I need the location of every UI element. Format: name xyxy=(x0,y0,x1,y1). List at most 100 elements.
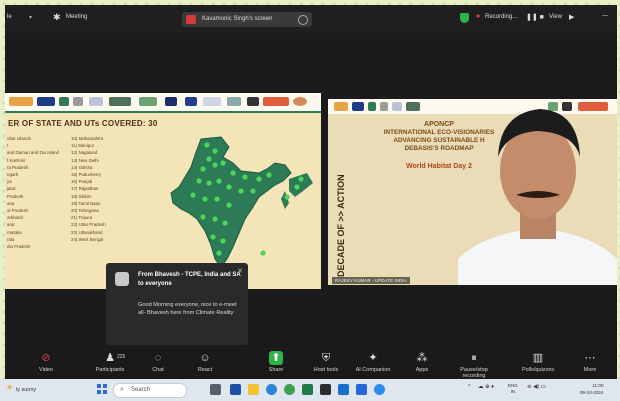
app-icon[interactable] xyxy=(302,384,313,395)
toolbar-chat-button[interactable]: ◌ Chat xyxy=(136,351,180,373)
minimize-icon[interactable]: — xyxy=(602,13,608,19)
language-indicator[interactable]: ENG IN xyxy=(508,383,518,395)
clock-time: 11:00 xyxy=(592,383,604,388)
toolbar-label: Apps xyxy=(415,367,429,373)
state-list-item: t xyxy=(7,143,9,149)
state-list-item: arat xyxy=(7,222,15,228)
state-list-item: al Pradesh xyxy=(7,208,28,214)
toolbar-participants-button[interactable]: ♟ 225 Participants xyxy=(88,351,132,373)
state-marker xyxy=(212,162,218,168)
state-list-item: arkhand xyxy=(7,215,23,221)
windows-taskbar: ☀ ly sunny ⌕ Search ^ ☁ ⊕ ♦ ENG IN ≋ ◀) … xyxy=(0,379,620,401)
state-marker xyxy=(226,202,232,208)
logo xyxy=(37,97,55,106)
state-marker xyxy=(206,156,212,162)
screen-share-icon xyxy=(186,15,196,24)
toolbar-polls-quizzes-button[interactable]: ▥ Polls/quizzes xyxy=(516,351,560,373)
state-marker xyxy=(210,234,216,240)
state-list-item: rnataka xyxy=(7,229,22,235)
chrome-icon[interactable] xyxy=(284,384,295,395)
logo xyxy=(227,97,241,106)
share-settings-icon[interactable] xyxy=(298,15,308,25)
weather-icon[interactable]: ☀ xyxy=(6,383,13,392)
state-list-item: 15) Puducherry xyxy=(71,172,102,178)
state-marker xyxy=(190,192,196,198)
logo xyxy=(247,97,259,106)
apps-icon: ⁂ xyxy=(416,352,428,364)
state-list-item: 13) New Delhi xyxy=(71,157,99,163)
toolbar-label: Pause/stop recording xyxy=(460,367,488,379)
task-view-icon[interactable] xyxy=(210,384,221,395)
state-marker xyxy=(196,178,202,184)
toolbar-react-button[interactable]: ☺ React xyxy=(183,351,227,373)
dropdown-icon[interactable]: ▾ xyxy=(29,14,32,21)
logo xyxy=(73,97,83,106)
logo xyxy=(59,97,69,106)
toolbar-label: Host tools xyxy=(313,367,339,373)
chat-notification-title: From Bhavesh - TCPE, India and SA to eve… xyxy=(138,272,241,287)
toolbar-label: AI Companion xyxy=(355,367,391,373)
toolbar-share-button[interactable]: ⬆ Share xyxy=(254,351,298,373)
state-list-item: 12) Nagaland xyxy=(71,150,98,156)
ai-companion-icon: ✦ xyxy=(368,352,378,364)
toolbar-host-tools-button[interactable]: ⛨ Host tools xyxy=(304,351,348,373)
speaker-portrait xyxy=(458,109,617,285)
view-button[interactable]: View xyxy=(549,14,562,20)
outlook-icon[interactable] xyxy=(356,384,367,395)
logo xyxy=(406,102,420,111)
recording-pause-icon[interactable]: ❚❚ ■ xyxy=(526,13,544,21)
tray-chevron-icon[interactable]: ^ xyxy=(468,384,471,390)
state-marker xyxy=(294,184,300,190)
toolbar-pause-stop-recording-button[interactable]: ⏸ Pause/stop recording xyxy=(452,351,496,379)
toolbar-apps-button[interactable]: ⁂ Apps xyxy=(400,351,444,373)
meeting-gear-icon[interactable]: ✱ xyxy=(53,12,61,23)
logo xyxy=(334,102,348,111)
zoom-icon[interactable] xyxy=(374,384,385,395)
toolbar-label: Polls/quizzes xyxy=(521,367,555,373)
app-icon[interactable] xyxy=(230,384,241,395)
chat-notification[interactable]: ✕ From Bhavesh - TCPE, India and SA to e… xyxy=(106,263,248,345)
meeting-top-bar: le ▾ ✱ Meeting Kavamonic Singh's screen … xyxy=(5,5,617,33)
recording-icon: ⏸ xyxy=(471,352,477,364)
search-icon: ⌕ xyxy=(120,386,124,393)
toolbar-video-button[interactable]: ⊘ Video xyxy=(24,351,68,373)
meeting-label[interactable]: Meeting xyxy=(66,14,87,20)
tray-icons[interactable]: ☁ ⊕ ♦ xyxy=(478,384,494,390)
recording-icon: ● xyxy=(476,13,481,20)
app-icon[interactable] xyxy=(338,384,349,395)
state-list-item: dia Pradesh xyxy=(7,244,31,250)
state-marker xyxy=(200,214,206,220)
browser-icon[interactable] xyxy=(266,384,277,395)
toolbar-more-button[interactable]: ⋯ More xyxy=(568,351,612,373)
toolbar-ai-companion-button[interactable]: ✦ AI Companion xyxy=(351,351,395,373)
meeting-toolbar: ⊘ Video ♟ 225 Participants ◌ Chat ☺ React ⬆ Share ⛨… xyxy=(5,349,617,381)
state-marker xyxy=(298,176,304,182)
taskbar-search[interactable]: ⌕ Search xyxy=(113,383,187,398)
window-title-fragment: le xyxy=(7,14,12,20)
network-volume-battery-icons[interactable]: ≋ ◀) ▭ xyxy=(527,384,546,390)
state-marker xyxy=(284,194,290,200)
view-icon[interactable]: ▶ xyxy=(569,13,574,21)
logo xyxy=(368,102,376,111)
file-explorer-icon[interactable] xyxy=(248,384,259,395)
toolbar-label: Video xyxy=(39,367,53,373)
state-marker xyxy=(216,250,222,256)
windows-start-icon[interactable] xyxy=(97,384,101,388)
clock[interactable]: 11:00 09-10-2024 xyxy=(580,382,604,396)
state-list-item: 10) Maharashtra xyxy=(71,136,104,141)
search-label: Search xyxy=(131,387,151,393)
state-marker xyxy=(226,184,232,190)
state-marker xyxy=(216,178,222,184)
state-marker xyxy=(220,160,226,166)
logo xyxy=(352,102,364,111)
logo xyxy=(139,97,157,106)
weather-text[interactable]: ly sunny xyxy=(16,387,36,393)
state-marker xyxy=(266,172,272,178)
app-icon[interactable] xyxy=(320,384,331,395)
shirt-shape xyxy=(458,231,617,285)
security-shield-icon[interactable] xyxy=(460,13,469,23)
logo xyxy=(165,97,177,106)
screen-share-indicator[interactable]: Kavamonic Singh's screen xyxy=(182,12,312,27)
state-marker xyxy=(206,180,212,186)
host-tools-icon: ⛨ xyxy=(321,352,331,364)
